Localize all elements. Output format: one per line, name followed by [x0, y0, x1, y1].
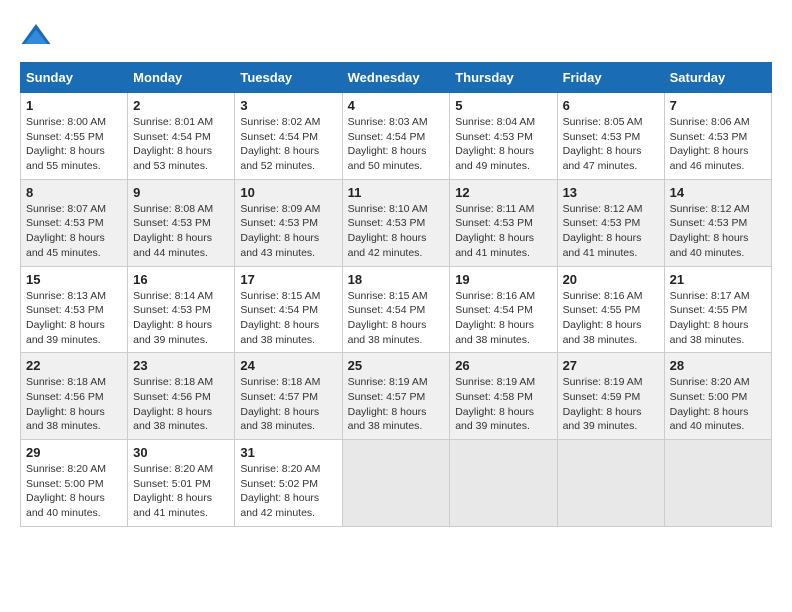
calendar-day-7: 7Sunrise: 8:06 AMSunset: 4:53 PMDaylight…	[664, 93, 771, 180]
calendar-week-5: 29Sunrise: 8:20 AMSunset: 5:00 PMDayligh…	[21, 440, 772, 527]
calendar-day-27: 27Sunrise: 8:19 AMSunset: 4:59 PMDayligh…	[557, 353, 664, 440]
calendar-day-11: 11Sunrise: 8:10 AMSunset: 4:53 PMDayligh…	[342, 179, 450, 266]
calendar-day-17: 17Sunrise: 8:15 AMSunset: 4:54 PMDayligh…	[235, 266, 342, 353]
calendar-day-26: 26Sunrise: 8:19 AMSunset: 4:58 PMDayligh…	[450, 353, 557, 440]
calendar-day-empty-4-6	[664, 440, 771, 527]
column-header-monday: Monday	[128, 63, 235, 93]
column-header-tuesday: Tuesday	[235, 63, 342, 93]
calendar-week-1: 1Sunrise: 8:00 AMSunset: 4:55 PMDaylight…	[21, 93, 772, 180]
calendar-day-8: 8Sunrise: 8:07 AMSunset: 4:53 PMDaylight…	[21, 179, 128, 266]
calendar-day-empty-4-5	[557, 440, 664, 527]
page-header	[20, 20, 772, 52]
calendar-week-4: 22Sunrise: 8:18 AMSunset: 4:56 PMDayligh…	[21, 353, 772, 440]
calendar-day-5: 5Sunrise: 8:04 AMSunset: 4:53 PMDaylight…	[450, 93, 557, 180]
calendar-day-28: 28Sunrise: 8:20 AMSunset: 5:00 PMDayligh…	[664, 353, 771, 440]
calendar-day-14: 14Sunrise: 8:12 AMSunset: 4:53 PMDayligh…	[664, 179, 771, 266]
calendar-day-22: 22Sunrise: 8:18 AMSunset: 4:56 PMDayligh…	[21, 353, 128, 440]
calendar-day-2: 2Sunrise: 8:01 AMSunset: 4:54 PMDaylight…	[128, 93, 235, 180]
calendar-day-empty-4-4	[450, 440, 557, 527]
column-header-sunday: Sunday	[21, 63, 128, 93]
calendar-day-24: 24Sunrise: 8:18 AMSunset: 4:57 PMDayligh…	[235, 353, 342, 440]
logo	[20, 20, 58, 52]
calendar-day-4: 4Sunrise: 8:03 AMSunset: 4:54 PMDaylight…	[342, 93, 450, 180]
column-header-wednesday: Wednesday	[342, 63, 450, 93]
calendar-day-21: 21Sunrise: 8:17 AMSunset: 4:55 PMDayligh…	[664, 266, 771, 353]
calendar-day-10: 10Sunrise: 8:09 AMSunset: 4:53 PMDayligh…	[235, 179, 342, 266]
calendar-day-20: 20Sunrise: 8:16 AMSunset: 4:55 PMDayligh…	[557, 266, 664, 353]
column-header-saturday: Saturday	[664, 63, 771, 93]
calendar-day-3: 3Sunrise: 8:02 AMSunset: 4:54 PMDaylight…	[235, 93, 342, 180]
calendar-day-25: 25Sunrise: 8:19 AMSunset: 4:57 PMDayligh…	[342, 353, 450, 440]
calendar-table: SundayMondayTuesdayWednesdayThursdayFrid…	[20, 62, 772, 527]
calendar-day-16: 16Sunrise: 8:14 AMSunset: 4:53 PMDayligh…	[128, 266, 235, 353]
calendar-day-12: 12Sunrise: 8:11 AMSunset: 4:53 PMDayligh…	[450, 179, 557, 266]
calendar-week-3: 15Sunrise: 8:13 AMSunset: 4:53 PMDayligh…	[21, 266, 772, 353]
calendar-day-18: 18Sunrise: 8:15 AMSunset: 4:54 PMDayligh…	[342, 266, 450, 353]
column-header-thursday: Thursday	[450, 63, 557, 93]
calendar-week-2: 8Sunrise: 8:07 AMSunset: 4:53 PMDaylight…	[21, 179, 772, 266]
calendar-day-6: 6Sunrise: 8:05 AMSunset: 4:53 PMDaylight…	[557, 93, 664, 180]
calendar-day-1: 1Sunrise: 8:00 AMSunset: 4:55 PMDaylight…	[21, 93, 128, 180]
calendar-day-30: 30Sunrise: 8:20 AMSunset: 5:01 PMDayligh…	[128, 440, 235, 527]
calendar-day-19: 19Sunrise: 8:16 AMSunset: 4:54 PMDayligh…	[450, 266, 557, 353]
calendar-day-9: 9Sunrise: 8:08 AMSunset: 4:53 PMDaylight…	[128, 179, 235, 266]
calendar-day-empty-4-3	[342, 440, 450, 527]
calendar-header-row: SundayMondayTuesdayWednesdayThursdayFrid…	[21, 63, 772, 93]
calendar-day-23: 23Sunrise: 8:18 AMSunset: 4:56 PMDayligh…	[128, 353, 235, 440]
logo-icon	[20, 20, 52, 52]
calendar-day-31: 31Sunrise: 8:20 AMSunset: 5:02 PMDayligh…	[235, 440, 342, 527]
calendar-day-29: 29Sunrise: 8:20 AMSunset: 5:00 PMDayligh…	[21, 440, 128, 527]
column-header-friday: Friday	[557, 63, 664, 93]
calendar-day-15: 15Sunrise: 8:13 AMSunset: 4:53 PMDayligh…	[21, 266, 128, 353]
calendar-day-13: 13Sunrise: 8:12 AMSunset: 4:53 PMDayligh…	[557, 179, 664, 266]
